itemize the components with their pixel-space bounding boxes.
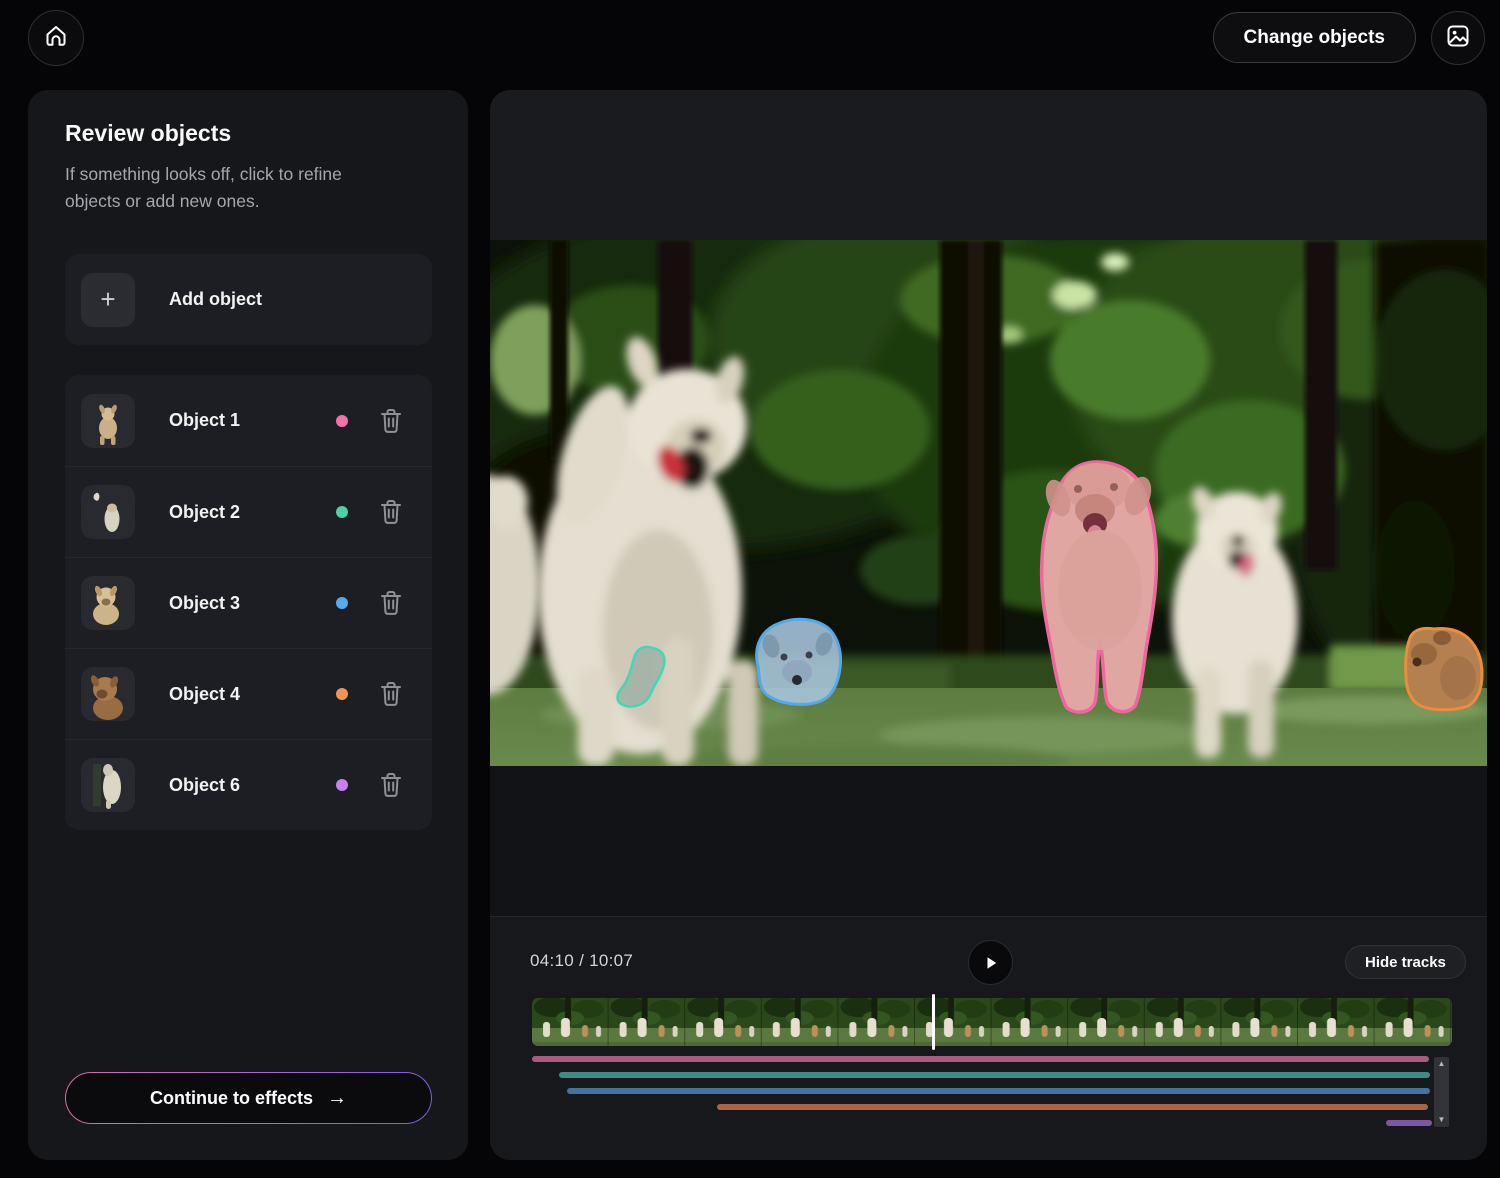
object-6-thumbnail	[81, 758, 135, 812]
object-row-1[interactable]: Object 1	[65, 375, 432, 466]
object-color-dot	[336, 415, 348, 427]
object-row-6[interactable]: Object 6	[65, 739, 432, 830]
play-button[interactable]	[968, 940, 1013, 985]
continue-to-effects-button[interactable]: Continue to effects →	[65, 1072, 432, 1124]
gallery-button[interactable]	[1431, 11, 1485, 65]
object-color-dot	[336, 779, 348, 791]
track-object-1[interactable]	[532, 1056, 1429, 1062]
object-label: Object 4	[169, 684, 336, 705]
timeline-section: 04:10 / 10:07 Hide tracks	[490, 916, 1487, 1160]
time-display: 04:10 / 10:07	[530, 951, 633, 971]
continue-label: Continue to effects	[150, 1088, 313, 1109]
hide-tracks-button[interactable]: Hide tracks	[1345, 945, 1466, 979]
home-button[interactable]	[28, 10, 84, 66]
trash-icon	[378, 771, 404, 799]
object-3-thumbnail	[81, 576, 135, 630]
object-3-overlay[interactable]	[757, 619, 841, 704]
change-objects-button[interactable]: Change objects	[1213, 12, 1416, 63]
trash-icon	[378, 589, 404, 617]
trash-icon	[378, 498, 404, 526]
object-4-overlay[interactable]	[1406, 628, 1482, 709]
object-color-dot	[336, 688, 348, 700]
tracks-scrollbar[interactable]: ▲ ▼	[1434, 1057, 1449, 1127]
objects-list: Object 1 Object 2 Object 3	[65, 375, 432, 830]
change-objects-label: Change objects	[1244, 27, 1385, 49]
track-object-4[interactable]	[717, 1104, 1428, 1110]
image-icon	[1445, 23, 1471, 54]
delete-object-button[interactable]	[378, 407, 404, 435]
object-row-4[interactable]: Object 4	[65, 648, 432, 739]
track-object-6[interactable]	[1386, 1120, 1432, 1126]
object-row-2[interactable]: Object 2	[65, 466, 432, 557]
video-letterbox-bottom	[490, 766, 1487, 916]
arrow-right-icon: →	[327, 1087, 347, 1110]
scroll-down-icon[interactable]: ▼	[1438, 1116, 1446, 1124]
timeline-filmstrip[interactable]	[532, 998, 1452, 1046]
playhead[interactable]	[932, 994, 935, 1050]
delete-object-button[interactable]	[378, 589, 404, 617]
object-label: Object 6	[169, 775, 336, 796]
video-stage: 04:10 / 10:07 Hide tracks	[490, 90, 1487, 1160]
trash-icon	[378, 407, 404, 435]
delete-object-button[interactable]	[378, 771, 404, 799]
video-letterbox-top	[490, 90, 1487, 240]
review-objects-panel: Review objects If something looks off, c…	[28, 90, 468, 1160]
object-label: Object 3	[169, 593, 336, 614]
scroll-up-icon[interactable]: ▲	[1438, 1060, 1446, 1068]
home-icon	[43, 23, 69, 54]
delete-object-button[interactable]	[378, 498, 404, 526]
track-object-2[interactable]	[559, 1072, 1430, 1078]
object-1-overlay[interactable]	[1041, 462, 1156, 712]
panel-title: Review objects	[65, 120, 231, 147]
play-icon	[983, 955, 999, 971]
object-4-thumbnail	[81, 667, 135, 721]
object-color-dot	[336, 506, 348, 518]
hide-tracks-label: Hide tracks	[1365, 954, 1446, 971]
video-frame[interactable]	[490, 240, 1487, 766]
object-row-3[interactable]: Object 3	[65, 557, 432, 648]
plus-icon: +	[81, 273, 135, 327]
track-object-3[interactable]	[567, 1088, 1430, 1094]
add-object-button[interactable]: + Add object	[65, 254, 432, 345]
trash-icon	[378, 680, 404, 708]
delete-object-button[interactable]	[378, 680, 404, 708]
object-label: Object 1	[169, 410, 336, 431]
object-label: Object 2	[169, 502, 336, 523]
object-1-thumbnail	[81, 394, 135, 448]
object-2-thumbnail	[81, 485, 135, 539]
add-object-label: Add object	[169, 289, 262, 310]
panel-description: If something looks off, click to refine …	[65, 161, 395, 216]
object-color-dot	[336, 597, 348, 609]
